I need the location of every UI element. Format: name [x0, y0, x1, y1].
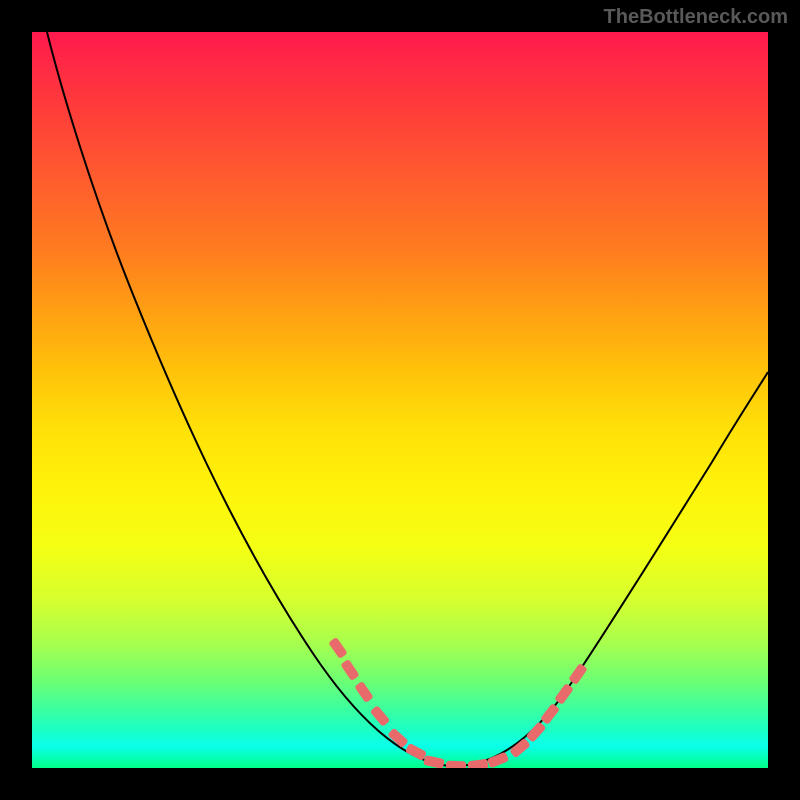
chart-svg — [32, 32, 768, 768]
optimal-range-markers — [328, 637, 588, 768]
bottleneck-curve — [47, 32, 768, 766]
watermark-text: TheBottleneck.com — [604, 6, 788, 29]
chart-plot-area — [32, 32, 768, 768]
